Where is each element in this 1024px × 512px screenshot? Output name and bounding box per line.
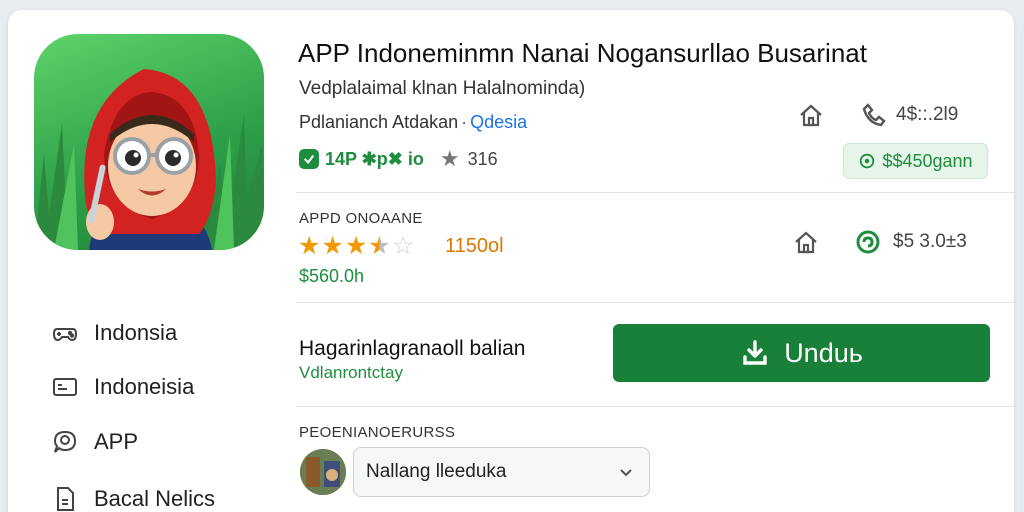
sidebar-item-label: Indonsia [94,320,178,345]
review-selector[interactable]: Nallang lleeduka [353,447,650,497]
star-icon: ★ [344,232,368,260]
developer-name: Pdlanianch Atdakan [299,112,459,132]
app-icon [34,34,264,250]
install-button[interactable]: Unduь [613,324,990,382]
clock-icon [860,153,875,169]
sidebar-item-label: APP [94,429,139,454]
home-icon[interactable] [795,99,827,131]
price-value: $560.0h [299,266,365,286]
document-icon [50,484,80,512]
reviews-caption: PEOENIANOERURSS [299,424,456,441]
ratings-count: 1150ol [445,235,504,257]
install-title: Hagarinlagranaoll balian [299,337,526,360]
star-icon: ★ [439,146,460,171]
price-chip-label: $$450gann [882,150,973,171]
sidebar-item-bacal-nelics[interactable]: Bacal Nelics [50,484,215,512]
badge-text: 14P ✱p✖ io [325,148,424,169]
download-icon [743,340,767,365]
sidebar-item-label: Bacal Nelics [94,486,216,511]
details-caption: APPD ONOAANE [299,210,423,227]
chevron-down-icon [620,469,632,477]
sidebar-item-label: Indoneisia [94,374,195,399]
app-title: APP Indoneminmn Nanai Nogansurllao Busar… [298,38,867,68]
chat-search-icon [50,427,80,457]
divider [296,192,1014,193]
install-subtitle: Vdlanrontctay [299,363,403,382]
developer-link[interactable]: Qdesia [470,112,527,132]
star-rating: ★ ★ ★ ★ ☆ [298,232,414,260]
contact-value: 4$::.2l9 [896,104,959,125]
star-icon: ★ [321,232,344,260]
price-chip[interactable]: $$450gann [843,143,988,179]
app-meta-row: 14P ✱p✖ io ★ 316 [299,146,498,172]
divider [296,406,1014,407]
sidebar-item-indonsia[interactable]: Indonsia [50,318,177,348]
secondary-price: $5 3.0±3 [893,231,967,252]
phone-icon[interactable] [858,99,890,131]
editors-choice-badge: 14P ✱p✖ io [299,149,424,170]
star-icon: ★ [298,232,321,260]
selector-value: Nallang lleeduka [366,461,507,482]
refresh-icon[interactable] [852,226,884,258]
star-empty-icon: ☆ [391,232,415,260]
install-button-label: Unduь [784,337,863,368]
home-icon[interactable] [790,226,822,258]
star-half-icon: ★ [368,232,391,260]
badge-icon [299,149,319,169]
rating-value: 316 [467,148,498,169]
sidebar-item-app[interactable]: APP [50,427,138,457]
id-card-icon [50,372,80,402]
divider [296,302,1014,303]
gamepad-icon [50,318,80,348]
app-subtitle: Vedplalaimal klnan Halalnominda) [299,78,586,99]
avatar[interactable] [300,449,346,495]
developer-line: Pdlanianch Atdakan · Qdesia [299,112,528,132]
sidebar-item-indoneisia[interactable]: Indoneisia [50,372,194,402]
